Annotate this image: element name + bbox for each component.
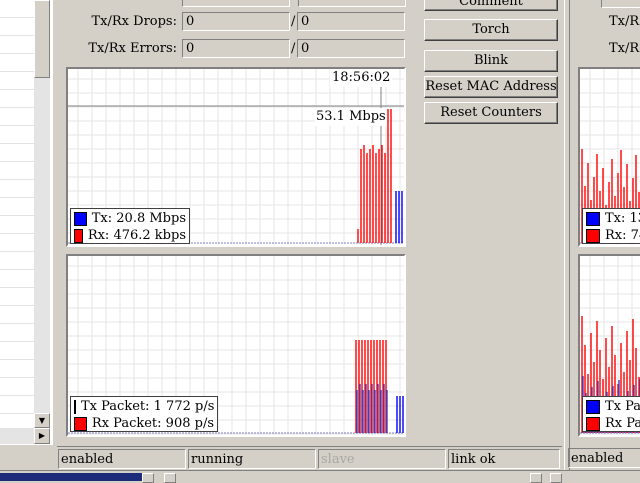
list-gridlines [0, 0, 34, 428]
right-packet-graph: Tx Pac Rx Pac [578, 254, 640, 437]
right-window-frame [565, 0, 570, 470]
tx-drops-field[interactable]: 0 [182, 12, 290, 31]
packet-graph: Tx Packet: 1 772 p/s Rx Packet: 908 p/s [66, 254, 406, 437]
status-link: link ok [448, 449, 560, 469]
left-window: ▼ ▶ [0, 0, 58, 445]
right-legend-tx: Tx: 13 [586, 210, 640, 227]
separator: / [291, 41, 296, 56]
bottom-strip [0, 470, 640, 483]
rx-errors-field[interactable]: 0 [297, 39, 405, 58]
legend-rx: Rx: 476.2 kbps [74, 227, 186, 244]
scrollbar-thumb[interactable] [34, 0, 50, 78]
torch-button[interactable]: Torch [424, 19, 558, 41]
legend-rx-packet-label: Rx Packet: [91, 416, 162, 431]
legend-rx-value: 476.2 kbps [113, 228, 186, 243]
rx-color-swatch [74, 416, 87, 431]
legend-rx-label: Rx: [87, 228, 110, 243]
right-legend-tx-label: Tx: [605, 211, 626, 226]
tx-color-swatch [586, 211, 600, 226]
right-legend-rx-label: Rx: [605, 228, 627, 243]
vertical-scrollbar[interactable]: ▼ [34, 0, 50, 428]
blink-button[interactable]: Blink [424, 50, 558, 72]
status-running: running [188, 449, 316, 469]
right-clipped-field [601, 0, 640, 8]
bottom-control-4[interactable] [550, 473, 562, 483]
comment-button[interactable]: Comment [424, 0, 558, 11]
tx-rx-errors-label: Tx/Rx Errors: [88, 41, 177, 56]
status-slave: slave [318, 449, 446, 469]
legend-tx-packet-value: 1 772 p/s [153, 399, 215, 414]
packet-legend: Tx Packet: 1 772 p/s Rx Packet: 908 p/s [70, 396, 218, 432]
legend-rx-packet-value: 908 p/s [165, 416, 214, 431]
right-label-errors: Tx/R [609, 41, 640, 56]
main-window: Tx/Rx Drops: 0 / 0 Tx/Rx Errors: 0 / 0 1… [57, 0, 564, 470]
tx-rx-errors-row: Tx/Rx Errors: 0 / 0 [57, 39, 417, 59]
right-legend-rx-value: 74 [630, 228, 640, 243]
rx-color-swatch [586, 416, 600, 431]
legend-tx: Tx: 20.8 Mbps [74, 210, 186, 227]
traffic-legend: Tx: 20.8 Mbps Rx: 476.2 kbps [70, 208, 190, 244]
right-traffic-graph: Tx: 13 Rx: 74 [578, 67, 640, 247]
right-legend-rx-packet-label: Rx Pac [605, 416, 640, 431]
traffic-graph: 18:56:02 53.1 Mbps Tx: 20.8 Mbps Rx: 476… [66, 67, 406, 247]
horizontal-scrollbar[interactable]: ▶ [0, 428, 50, 444]
traffic-rate-label: 53.1 Mbps [315, 108, 387, 126]
legend-tx-value: 20.8 Mbps [116, 211, 186, 226]
tx-errors-field[interactable]: 0 [182, 39, 290, 58]
legend-tx-label: Tx: [91, 211, 113, 226]
right-legend-tx-packet-label: Tx Pac [605, 399, 640, 414]
right-legend-rx: Rx: 74 [586, 227, 640, 244]
rx-drops-field[interactable]: 0 [297, 12, 405, 31]
right-legend-tx-packet: Tx Pac [586, 398, 640, 415]
legend-tx-packet: Tx Packet: 1 772 p/s [74, 398, 214, 415]
legend-tx-packet-label: Tx Packet: [81, 399, 150, 414]
traffic-time-label: 18:56:02 [330, 69, 393, 87]
status-bar: enabled running slave link ok [57, 446, 562, 469]
bottom-control-2[interactable] [164, 473, 176, 483]
tx-color-swatch [586, 399, 600, 414]
tx-color-swatch [74, 399, 76, 414]
bottom-control-3[interactable] [530, 473, 542, 483]
right-window: Tx/R Tx/R Tx: 13 Rx: 74 Tx Pac [564, 0, 640, 470]
right-status-enabled: enabled [568, 448, 640, 468]
clipped-top-row [182, 0, 406, 7]
right-packet-legend: Tx Pac Rx Pac [582, 396, 640, 432]
legend-rx-packet: Rx Packet: 908 p/s [74, 415, 214, 432]
right-traffic-legend: Tx: 13 Rx: 74 [582, 208, 640, 244]
separator: / [291, 14, 296, 29]
scroll-right-button[interactable]: ▶ [34, 428, 50, 444]
reset-mac-address-button[interactable]: Reset MAC Address [424, 76, 558, 98]
bottom-control-1[interactable] [142, 473, 154, 483]
tx-rx-drops-row: Tx/Rx Drops: 0 / 0 [57, 12, 417, 32]
right-legend-tx-value: 13 [629, 211, 640, 226]
rx-color-swatch [586, 228, 600, 243]
tx-rx-drops-label: Tx/Rx Drops: [91, 14, 177, 29]
right-label-drops: Tx/R [609, 14, 640, 29]
reset-counters-button[interactable]: Reset Counters [424, 102, 558, 124]
tx-color-swatch [74, 211, 87, 226]
right-legend-rx-packet: Rx Pac [586, 415, 640, 432]
rx-color-swatch [74, 228, 83, 243]
status-enabled: enabled [58, 449, 186, 469]
scroll-down-button[interactable]: ▼ [34, 413, 50, 428]
